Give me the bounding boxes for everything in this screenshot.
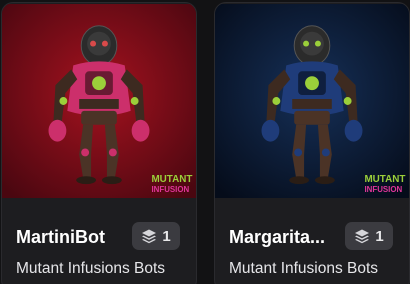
robot-artwork-image: MUTANT INFUSION: [2, 4, 196, 198]
mutant-badge-line2: INFUSION: [364, 185, 402, 194]
nft-artwork[interactable]: MUTANT INFUSION: [2, 3, 196, 199]
collection-name[interactable]: Mutant Infusions Bots: [229, 260, 378, 278]
mutant-badge-line1: MUTANT: [364, 174, 405, 185]
robot-artwork-image: MUTANT INFUSION: [215, 4, 409, 198]
edition-count: 1: [375, 227, 384, 245]
nft-artwork[interactable]: MUTANT INFUSION: [215, 3, 409, 199]
edition-count-badge[interactable]: 1: [132, 222, 180, 250]
collection-name[interactable]: Mutant Infusions Bots: [16, 260, 165, 278]
edition-count-badge[interactable]: 1: [345, 222, 393, 250]
nft-card[interactable]: MUTANT INFUSION Margarita... 1 Mutant In…: [214, 2, 410, 284]
layers-icon: [142, 229, 157, 244]
mutant-badge-line2: INFUSION: [151, 185, 189, 194]
layers-icon: [355, 229, 370, 244]
nft-name[interactable]: Margarita...: [229, 227, 339, 248]
nft-name[interactable]: MartiniBot: [16, 227, 126, 248]
nft-card[interactable]: MUTANT INFUSION MartiniBot 1 Mutant Infu…: [1, 2, 197, 284]
mutant-badge-line1: MUTANT: [151, 174, 192, 185]
nft-card-grid: MUTANT INFUSION MartiniBot 1 Mutant Infu…: [0, 0, 410, 284]
edition-count: 1: [162, 227, 171, 245]
